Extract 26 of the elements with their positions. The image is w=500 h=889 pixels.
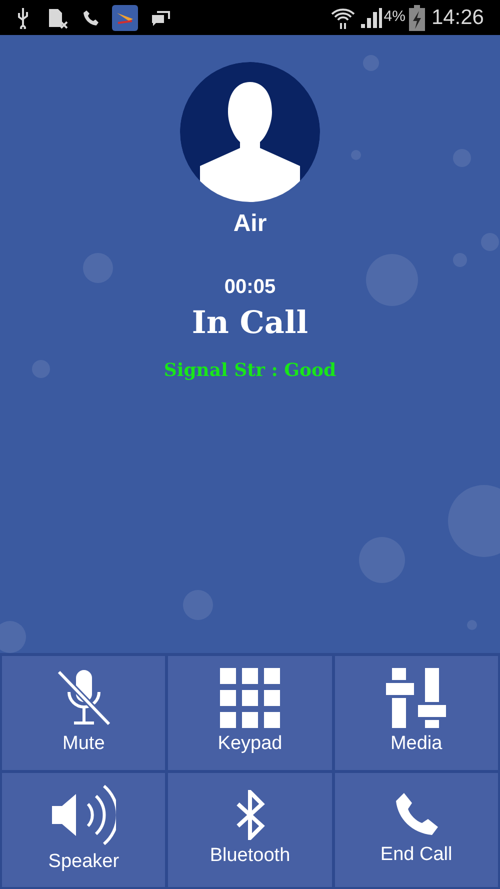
media-button[interactable]: Media [334,656,498,770]
phone-icon [82,8,100,28]
keypad-icon [220,668,280,728]
microphone-muted-icon [56,668,112,728]
usb-icon [16,6,30,28]
chat-icon [150,8,172,26]
speaker-icon [52,784,116,846]
signal-icon [360,6,382,28]
signal-strength: Signal Str : Good [164,358,336,382]
app-icon [112,4,138,30]
sim-card-icon [48,6,68,28]
keypad-button[interactable]: Keypad [168,656,332,770]
call-timer: 00:05 [224,275,276,300]
call-state: In Call [192,304,308,343]
bluetooth-icon [234,790,265,840]
bluetooth-button[interactable]: Bluetooth [168,773,332,887]
equalizer-icon [386,668,446,728]
clock: 14:26 [431,4,484,31]
end-call-button[interactable]: End Call [334,773,498,887]
battery-charging-icon [409,4,426,30]
speaker-button[interactable]: Speaker [2,773,166,887]
battery-percent: 4% [384,7,406,28]
bubble [0,621,26,653]
wifi-icon [330,6,356,30]
mute-button[interactable]: Mute [2,656,166,770]
caller-name: Air [233,209,267,239]
